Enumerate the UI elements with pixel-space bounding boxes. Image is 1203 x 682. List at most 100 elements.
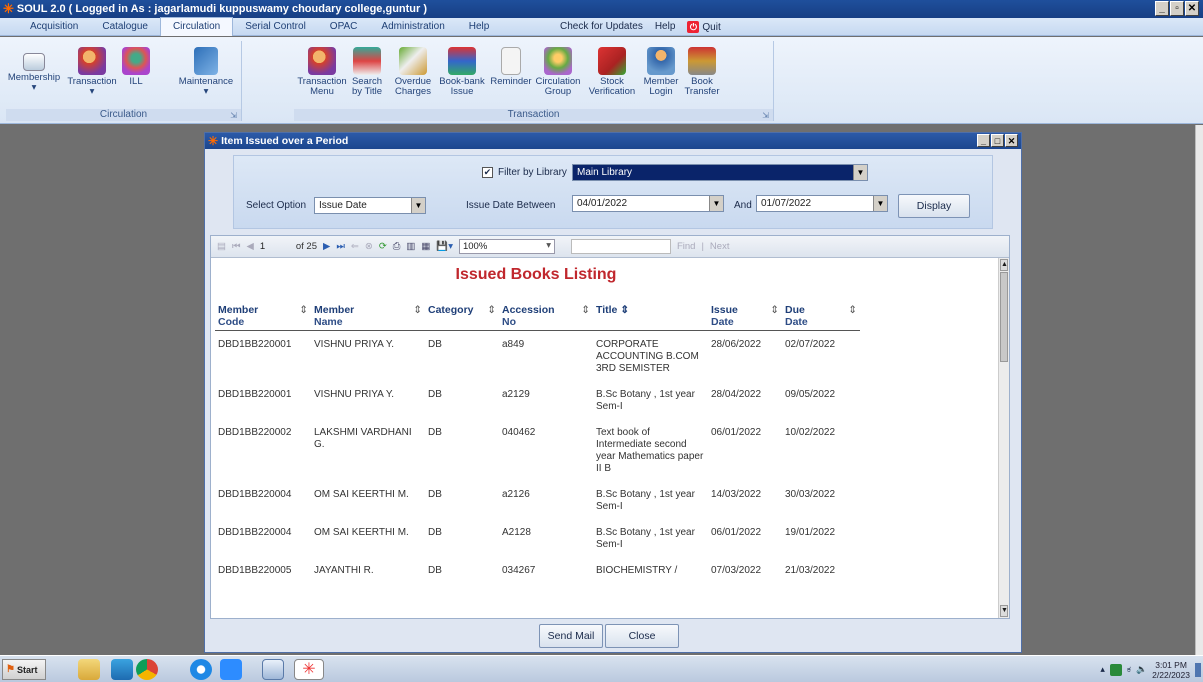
circulation-group-button[interactable]: Circulation Group <box>534 43 582 97</box>
scroll-thumb[interactable] <box>1000 272 1008 362</box>
print-icon[interactable]: ⎙ <box>393 241 401 252</box>
book-bank-issue-button[interactable]: Book-bank Issue <box>438 43 486 97</box>
dialog-maximize-button[interactable]: □ <box>991 134 1004 147</box>
col-member-name[interactable]: ⇕ Member Name <box>311 300 425 331</box>
next-link[interactable]: Next <box>710 241 730 252</box>
group-launcher-icon[interactable]: ⇲ <box>230 111 237 120</box>
sort-icon[interactable]: ⇕ <box>848 304 857 316</box>
next-page-icon[interactable]: ▶ <box>323 241 330 252</box>
tab-opac[interactable]: OPAC <box>318 18 370 36</box>
main-vertical-scrollbar[interactable] <box>1195 125 1203 655</box>
export-icon[interactable]: 💾▾ <box>436 241 453 252</box>
close-dialog-button[interactable]: Close <box>605 624 679 648</box>
col-member-code[interactable]: ⇕ Member Code <box>215 300 311 331</box>
col-due-date-line1: Due <box>785 304 805 316</box>
taskbar-clock[interactable]: 3:01 PM 2/22/2023 <box>1152 660 1190 680</box>
book-transfer-label-2: Transfer <box>684 86 720 97</box>
to-date-picker[interactable]: 01/07/2022 ▼ <box>756 195 888 212</box>
send-mail-button[interactable]: Send Mail <box>539 624 603 648</box>
tab-acquisition[interactable]: Acquisition <box>18 18 90 36</box>
sort-icon[interactable]: ⇕ <box>413 304 422 316</box>
document-map-icon[interactable]: ▤ <box>217 241 226 252</box>
col-due-date[interactable]: ⇕ Due Date <box>782 300 860 331</box>
stop-icon[interactable]: ⊗ <box>365 241 373 252</box>
report-toolbar: ▤ ⏮ ◀ 1 of 25 ▶ ⏭ ⇐ ⊗ ⟳ ⎙ ▥ ▦ 💾▾ 100% Fi… <box>211 236 1009 258</box>
file-explorer-icon[interactable] <box>78 659 100 680</box>
stock-verification-button[interactable]: Stock Verification <box>584 43 640 97</box>
dialog-minimize-button[interactable]: _ <box>977 134 990 147</box>
membership-icon <box>23 53 45 71</box>
quit-link[interactable]: ⏻ Quit <box>687 20 721 33</box>
dropdown-arrow-icon[interactable]: ▼ <box>411 198 425 213</box>
book-bank-label-2: Issue <box>450 86 474 97</box>
sort-icon[interactable]: ⇕ <box>299 304 308 316</box>
tray-expand-icon[interactable]: ▴ <box>1100 664 1105 675</box>
soul-app-taskbar-icon[interactable]: ✳ <box>294 659 324 680</box>
calendar-dropdown-icon[interactable]: ▼ <box>873 196 887 211</box>
membership-button[interactable]: Membership ▾ <box>6 43 62 93</box>
from-date-picker[interactable]: 04/01/2022 ▼ <box>572 195 724 212</box>
close-button[interactable]: ✕ <box>1185 1 1199 16</box>
calendar-dropdown-icon[interactable]: ▼ <box>709 196 723 211</box>
minimize-button[interactable]: _ <box>1155 1 1169 16</box>
tab-serial-control[interactable]: Serial Control <box>233 18 318 36</box>
tab-catalogue[interactable]: Catalogue <box>90 18 160 36</box>
col-title[interactable]: Title ⇕ <box>593 300 708 331</box>
chrome-icon[interactable] <box>136 659 158 680</box>
select-option-dropdown[interactable]: Issue Date ▼ <box>314 197 426 214</box>
tab-help[interactable]: Help <box>457 18 502 36</box>
scroll-up-icon[interactable]: ▲ <box>1000 259 1008 271</box>
col-accession-no[interactable]: ⇕ Accession No <box>499 300 593 331</box>
transaction-menu-button[interactable]: Transaction Menu <box>294 43 350 97</box>
restore-button[interactable]: ▫ <box>1170 1 1184 16</box>
sort-icon[interactable]: ⇕ <box>620 304 629 316</box>
language-tray-icon[interactable]: ಕ <box>1127 664 1131 675</box>
sort-icon[interactable]: ⇕ <box>581 304 590 316</box>
member-login-button[interactable]: Member Login <box>640 43 682 97</box>
media-player-icon[interactable] <box>111 659 133 680</box>
report-vertical-scrollbar[interactable]: ▲ ▼ <box>998 258 1009 618</box>
filter-by-library-checkbox[interactable]: ✔ Filter by Library <box>482 167 567 178</box>
col-category[interactable]: ⇕ Category <box>425 300 499 331</box>
internet-explorer-icon[interactable] <box>190 659 212 680</box>
show-desktop-button[interactable] <box>1195 662 1201 677</box>
refresh-icon[interactable]: ⟳ <box>379 241 387 252</box>
back-icon[interactable]: ⇐ <box>351 241 359 252</box>
help-link[interactable]: Help <box>655 21 676 32</box>
col-issue-date[interactable]: ⇕ Issue Date <box>708 300 782 331</box>
find-input[interactable] <box>570 239 671 254</box>
zoom-icon[interactable] <box>220 659 242 680</box>
scroll-down-icon[interactable]: ▼ <box>1000 605 1008 617</box>
transaction-button[interactable]: Transaction ▾ <box>64 43 120 97</box>
previous-page-icon[interactable]: ◀ <box>247 241 254 252</box>
sort-icon[interactable]: ⇕ <box>487 304 496 316</box>
sort-icon[interactable]: ⇕ <box>770 304 779 316</box>
tab-circulation[interactable]: Circulation <box>159 17 234 36</box>
group-launcher-icon[interactable]: ⇲ <box>762 111 769 120</box>
check-updates-link[interactable]: Check for Updates <box>560 21 643 32</box>
start-button[interactable]: ⚑ Start <box>2 659 46 680</box>
dialog-close-button[interactable]: ✕ <box>1005 134 1018 147</box>
library-select[interactable]: Main Library ▼ <box>572 164 868 181</box>
print-layout-icon[interactable]: ▥ <box>406 241 415 252</box>
reminder-button[interactable]: Reminder <box>488 43 534 87</box>
filter-by-library-label: Filter by Library <box>498 167 567 178</box>
first-page-icon[interactable]: ⏮ <box>232 241 241 252</box>
display-button[interactable]: Display <box>898 194 970 218</box>
page-setup-icon[interactable]: ▦ <box>421 241 430 252</box>
zoom-select[interactable]: 100% <box>458 239 555 254</box>
last-page-icon[interactable]: ⏭ <box>336 241 345 252</box>
find-link[interactable]: Find <box>677 241 695 252</box>
ill-button[interactable]: ILL <box>114 43 158 87</box>
volume-icon[interactable]: 🔈 <box>1136 664 1147 675</box>
current-page-input[interactable]: 1 <box>260 241 290 252</box>
antivirus-tray-icon[interactable] <box>1109 663 1122 676</box>
book-transfer-button[interactable]: Book Transfer <box>680 43 724 97</box>
app-title-bar: ✳ SOUL 2.0 ( Logged in As : jagarlamudi … <box>0 0 1203 18</box>
overdue-charges-button[interactable]: Overdue Charges <box>390 43 436 97</box>
tab-administration[interactable]: Administration <box>369 18 456 36</box>
dropdown-arrow-icon[interactable]: ▼ <box>853 165 867 180</box>
maintenance-button[interactable]: Maintenance ▾ <box>176 43 236 97</box>
search-by-title-button[interactable]: Search by Title <box>344 43 390 97</box>
notepad-icon[interactable] <box>262 659 284 680</box>
